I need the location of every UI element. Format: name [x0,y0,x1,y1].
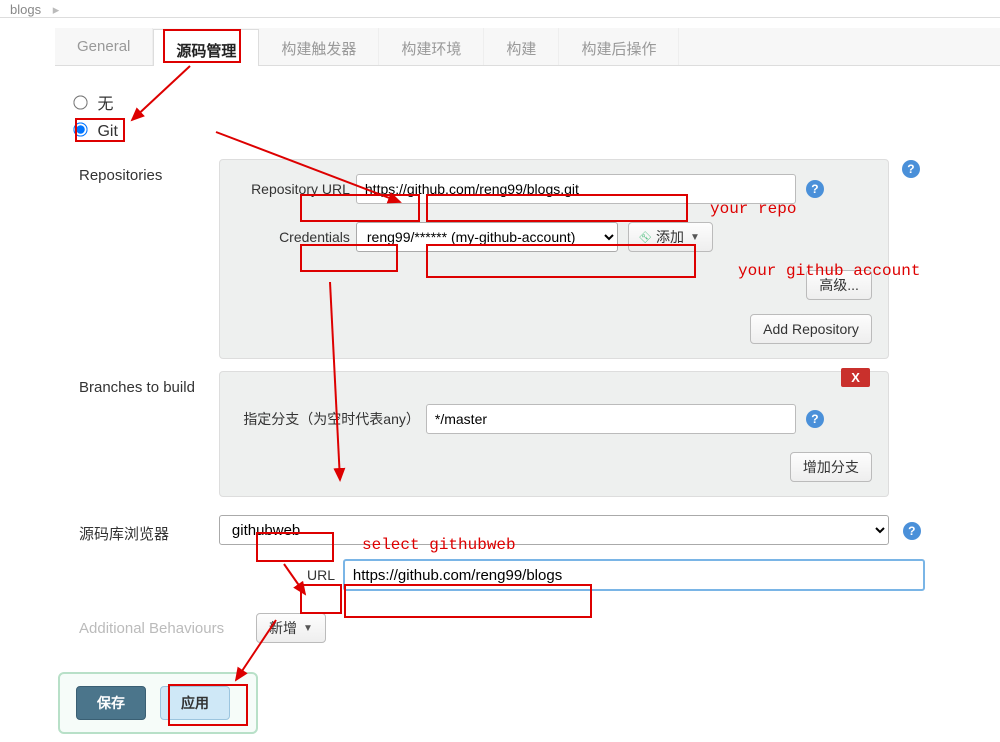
repo-url-label: Repository URL [236,181,356,197]
scm-none-radio[interactable] [73,95,87,109]
branch-spec-label: 指定分支（为空时代表any） [236,409,426,429]
breadcrumb: blogs ▸ [0,0,1000,18]
add-credentials-button[interactable]: ⚿ 添加 ▼ [628,222,713,252]
credentials-label: Credentials [236,229,356,245]
additional-behaviours-label: Additional Behaviours [55,620,224,637]
repo-url-input[interactable] [356,174,796,204]
advanced-button[interactable]: 高级... [806,270,872,300]
add-repository-button[interactable]: Add Repository [750,314,872,344]
browser-url-input[interactable] [343,559,925,591]
caret-down-icon: ▼ [690,232,700,243]
tab-scm[interactable]: 源码管理 [153,29,259,66]
repositories-box: ? Repository URL ? Credentials reng99/**… [219,159,889,359]
help-icon[interactable]: ? [903,522,921,540]
caret-down-icon: ▼ [303,623,313,634]
branches-box: X 指定分支（为空时代表any） ? 增加分支 [219,371,889,497]
action-bar: 保存 应用 [58,672,258,734]
browser-url-label: URL [299,567,339,583]
repo-browser-select[interactable]: githubweb [219,515,889,545]
help-icon[interactable]: ? [806,410,824,428]
chevron-right-icon: ▸ [53,2,60,17]
key-icon: ⚿ [637,228,654,245]
tab-post[interactable]: 构建后操作 [559,28,679,65]
branches-label: Branches to build [55,371,215,396]
tab-build[interactable]: 构建 [484,28,559,65]
tab-general[interactable]: General [55,28,153,65]
save-button[interactable]: 保存 [76,686,146,720]
add-branch-button[interactable]: 增加分支 [790,452,872,482]
scm-none-option[interactable]: 无 [69,96,113,113]
apply-button[interactable]: 应用 [160,686,230,720]
scm-git-radio[interactable] [73,122,87,136]
scm-git-option[interactable]: Git [69,123,118,140]
tab-triggers[interactable]: 构建触发器 [259,28,379,65]
branch-spec-input[interactable] [426,404,796,434]
add-behaviour-button[interactable]: 新增 ▼ [256,613,326,643]
tab-env[interactable]: 构建环境 [379,28,484,65]
help-icon[interactable]: ? [902,160,920,178]
config-tabs: General 源码管理 构建触发器 构建环境 构建 构建后操作 [55,28,1000,66]
repo-browser-label: 源码库浏览器 [55,515,215,544]
credentials-select[interactable]: reng99/****** (my-github-account) [356,222,618,252]
delete-branch-button[interactable]: X [841,368,870,387]
repositories-label: Repositories [55,159,215,184]
help-icon[interactable]: ? [806,180,824,198]
breadcrumb-item[interactable]: blogs [10,2,41,17]
